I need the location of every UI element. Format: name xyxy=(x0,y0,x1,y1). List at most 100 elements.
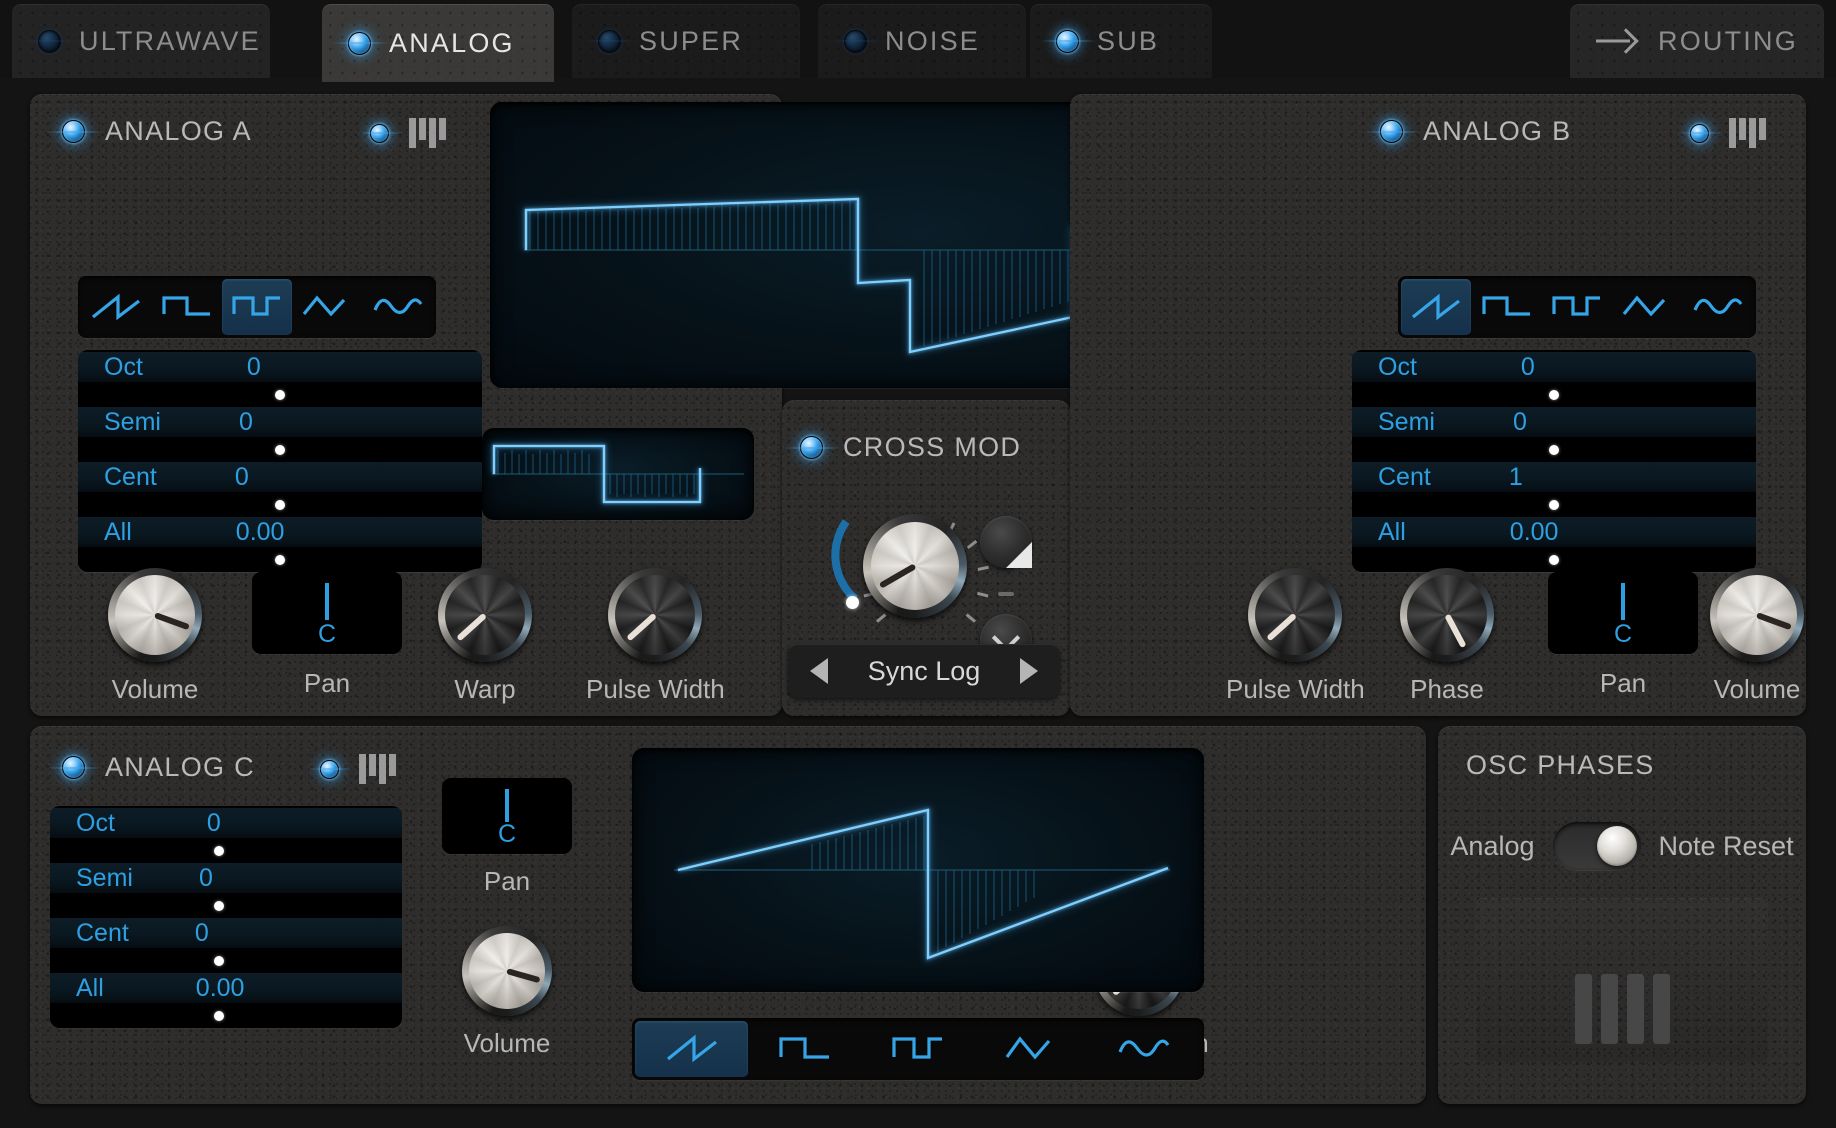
param-row-oct[interactable]: Oct 0 xyxy=(50,808,402,863)
pan-display-a[interactable]: C Pan xyxy=(252,572,402,699)
knob-dial[interactable] xyxy=(462,926,552,1016)
param-row-semi[interactable]: Semi 0 xyxy=(1352,407,1756,462)
divider-dash xyxy=(998,592,1014,596)
power-led[interactable] xyxy=(800,436,823,459)
knob-volume-c[interactable]: Volume xyxy=(462,926,552,1059)
mod-amount-icon[interactable] xyxy=(980,516,1032,568)
wave-button-saw-up-icon[interactable] xyxy=(81,279,151,335)
analog-b-key-toggle[interactable] xyxy=(1690,118,1767,148)
knob-dial[interactable] xyxy=(438,568,532,662)
analog-b-wave-selector[interactable] xyxy=(1398,276,1756,338)
param-slider-dot[interactable] xyxy=(213,845,224,856)
analog-c-wave-selector[interactable] xyxy=(632,1018,1204,1080)
analog-b-params: Oct 0 Semi 0 Cent 1 All 0.00 xyxy=(1352,350,1756,572)
param-row-cent[interactable]: Cent 0 xyxy=(78,462,482,517)
pan-needle xyxy=(325,583,329,620)
knob-pulse-width-b[interactable]: Pulse Width xyxy=(1226,568,1365,705)
wave-button-triangle-icon[interactable] xyxy=(292,279,362,335)
analog-c-header: ANALOG C xyxy=(62,752,255,783)
wave-button-triangle-icon[interactable] xyxy=(975,1021,1088,1077)
param-slider-dot[interactable] xyxy=(213,1010,224,1021)
wave-button-saw-down-icon[interactable] xyxy=(748,1021,861,1077)
led-indicator xyxy=(38,29,61,53)
power-led[interactable] xyxy=(1380,120,1403,143)
analog-c-params: Oct 0 Semi 0 Cent 0 All 0.00 xyxy=(50,806,402,1028)
tab-super[interactable]: SUPER xyxy=(572,4,800,78)
analog-a-wave-selector[interactable] xyxy=(78,276,436,338)
prev-arrow-icon[interactable] xyxy=(788,644,850,698)
knob-dial[interactable] xyxy=(1248,568,1343,662)
wave-button-triangle-icon[interactable] xyxy=(1612,279,1682,335)
param-row-oct[interactable]: Oct 0 xyxy=(1352,352,1756,407)
param-slider-dot[interactable] xyxy=(275,389,285,400)
knob-pulse-width-a[interactable]: Pulse Width xyxy=(586,568,725,705)
analog-a-key-toggle[interactable] xyxy=(370,118,447,148)
wave-button-square-icon[interactable] xyxy=(1542,279,1612,335)
param-slider-dot[interactable] xyxy=(275,554,285,565)
tab-analog[interactable]: ANALOG xyxy=(322,4,554,82)
wave-button-saw-up-icon[interactable] xyxy=(635,1021,749,1077)
osc-phase-toggle[interactable] xyxy=(1552,822,1641,870)
power-led[interactable] xyxy=(62,120,85,143)
param-slider-dot[interactable] xyxy=(213,900,224,911)
analog-c-key-toggle[interactable] xyxy=(320,754,397,784)
param-slider-dot[interactable] xyxy=(1549,554,1559,565)
param-value: 0.00 xyxy=(235,517,285,546)
cross-mod-header: CROSS MOD xyxy=(800,432,1021,463)
param-row-cent[interactable]: Cent 0 xyxy=(50,918,402,973)
keyboard-icon xyxy=(1729,118,1767,148)
wave-button-sine-icon[interactable] xyxy=(1088,1021,1201,1077)
tab-noise[interactable]: NOISE xyxy=(818,4,1026,78)
param-row-all[interactable]: All 0.00 xyxy=(78,517,482,572)
knob-cross-mod-amount[interactable] xyxy=(863,514,967,618)
param-slider-dot[interactable] xyxy=(1549,444,1559,455)
param-row-semi[interactable]: Semi 0 xyxy=(78,407,482,462)
tab-label: SUB xyxy=(1097,25,1160,56)
knob-dial[interactable] xyxy=(1710,568,1804,662)
param-slider-dot[interactable] xyxy=(275,444,285,455)
wave-button-sine-icon[interactable] xyxy=(1683,279,1753,335)
knob-label: Pulse Width xyxy=(586,674,725,704)
next-arrow-icon[interactable] xyxy=(998,644,1060,698)
param-row-cent[interactable]: Cent 1 xyxy=(1352,462,1756,517)
sync-mode-stepper[interactable]: Sync Log xyxy=(788,644,1060,698)
param-slider-dot[interactable] xyxy=(1549,389,1559,400)
param-row-all[interactable]: All 0.00 xyxy=(50,973,402,1028)
pan-display-c[interactable]: C Pan xyxy=(442,778,572,897)
knob-volume-b[interactable]: Volume xyxy=(1710,568,1804,705)
param-slider-dot[interactable] xyxy=(213,955,224,966)
param-row-oct[interactable]: Oct 0 xyxy=(78,352,482,407)
pan-readout[interactable]: C xyxy=(442,778,572,854)
wave-button-saw-down-icon[interactable] xyxy=(1471,279,1541,335)
knob-dial[interactable] xyxy=(108,568,202,662)
power-led[interactable] xyxy=(62,756,85,779)
pan-label: Pan xyxy=(483,866,531,896)
tab-ultrawave[interactable]: ULTRAWAVE xyxy=(12,4,270,78)
knob-dial[interactable] xyxy=(608,568,703,662)
pan-readout[interactable]: C xyxy=(1548,572,1698,654)
panel-analog-b: ANALOG B Oct 0 Semi 0 Cent 1 All 0.00 Pu… xyxy=(1070,94,1806,716)
osc-phase-mode-row: Analog Note Reset xyxy=(1450,822,1794,870)
knob-warp-a[interactable]: Warp xyxy=(438,568,532,705)
pan-readout[interactable]: C xyxy=(252,572,402,654)
param-row-semi[interactable]: Semi 0 xyxy=(50,863,402,918)
keytrack-led[interactable] xyxy=(1690,123,1709,143)
wave-button-saw-down-icon[interactable] xyxy=(151,279,221,335)
wave-button-square-icon[interactable] xyxy=(861,1021,974,1077)
param-slider-dot[interactable] xyxy=(1549,499,1559,510)
pan-label: Pan xyxy=(303,668,351,698)
param-row-all[interactable]: All 0.00 xyxy=(1352,517,1756,572)
keytrack-led[interactable] xyxy=(370,123,389,143)
osc-phase-left-label: Analog xyxy=(1450,830,1535,861)
wave-button-saw-up-icon[interactable] xyxy=(1401,279,1472,335)
wave-button-square-icon[interactable] xyxy=(221,279,293,335)
osc-phase-right-label: Note Reset xyxy=(1658,830,1794,861)
param-value: 0 xyxy=(206,808,221,837)
knob-volume-a[interactable]: Volume xyxy=(108,568,202,705)
pan-display-b[interactable]: C Pan xyxy=(1462,572,1698,699)
keytrack-led[interactable] xyxy=(320,759,339,779)
param-slider-dot[interactable] xyxy=(275,499,285,510)
tab-sub[interactable]: SUB xyxy=(1030,4,1212,78)
tab-routing[interactable]: ROUTING xyxy=(1570,4,1824,78)
wave-button-sine-icon[interactable] xyxy=(363,279,433,335)
